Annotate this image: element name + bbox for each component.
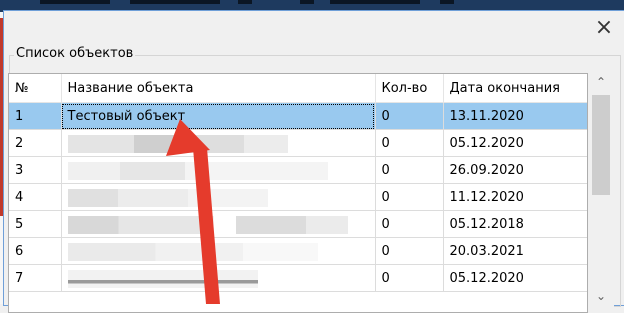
redacted-text: [67, 243, 318, 261]
scrollbar-thumb[interactable]: [592, 95, 610, 195]
row-quantity: 0: [375, 183, 444, 211]
table-row[interactable]: 6 0 20.03.2021: [9, 237, 587, 265]
groupbox-title: Список объектов: [14, 46, 136, 61]
background-strip: [440, 0, 454, 4]
row-quantity: 0: [375, 129, 444, 157]
background-strip: [40, 0, 110, 4]
chevron-up-icon: ⌃: [595, 75, 607, 89]
row-quantity: 0: [375, 264, 444, 292]
background-strip: [330, 0, 420, 4]
row-quantity: 0: [375, 156, 444, 184]
vertical-scrollbar[interactable]: ⌃ ⌄: [588, 73, 614, 311]
table-row[interactable]: 5 0 05.12.2018: [9, 210, 587, 238]
close-icon: ×: [594, 15, 614, 40]
row-number: 3: [9, 156, 62, 184]
row-number: 2: [9, 129, 62, 157]
redacted-text: [67, 162, 328, 180]
row-quantity: 0: [375, 237, 444, 265]
row-end-date: 13.11.2020: [443, 102, 587, 130]
row-name-redacted[interactable]: [61, 210, 376, 238]
row-end-date: 11.12.2020: [443, 183, 587, 211]
table-row[interactable]: 2 0 05.12.2020: [9, 129, 587, 157]
row-number: 6: [9, 237, 62, 265]
table-row[interactable]: 1 Тестовый объект 0 13.11.2020: [9, 102, 587, 130]
background-strip: [300, 0, 314, 4]
objects-dialog: × Список объектов № Название объекта Кол…: [3, 10, 624, 313]
background-strip: [130, 0, 220, 4]
table-row[interactable]: 3 0 26.09.2020: [9, 156, 587, 184]
background-strip: [238, 0, 252, 4]
row-quantity: 0: [375, 210, 444, 238]
chevron-down-icon: ⌄: [595, 289, 607, 303]
objects-table: № Название объекта Кол-во Дата окончания…: [8, 73, 588, 313]
redacted-text: [67, 270, 258, 288]
column-header-quantity[interactable]: Кол-во: [375, 74, 444, 103]
row-name-redacted[interactable]: [61, 156, 376, 184]
row-end-date: 05.12.2018: [443, 210, 587, 238]
table-row[interactable]: 7 0 05.12.2020: [9, 264, 587, 292]
row-number: 7: [9, 264, 62, 292]
row-name-redacted[interactable]: [61, 264, 376, 292]
table-header: № Название объекта Кол-во Дата окончания: [9, 74, 587, 103]
redacted-text: [67, 216, 348, 234]
row-number: 4: [9, 183, 62, 211]
redacted-text: [67, 189, 268, 207]
close-button[interactable]: ×: [592, 17, 616, 41]
row-number: 5: [9, 210, 62, 238]
table-row[interactable]: 4 0 11.12.2020: [9, 183, 587, 211]
scroll-up-button[interactable]: ⌃: [588, 75, 614, 95]
column-header-number[interactable]: №: [9, 74, 62, 103]
row-name-redacted[interactable]: [61, 129, 376, 157]
redacted-text: [67, 135, 288, 153]
row-end-date: 05.12.2020: [443, 264, 587, 292]
row-end-date: 20.03.2021: [443, 237, 587, 265]
column-header-name[interactable]: Название объекта: [61, 74, 376, 103]
row-name-redacted[interactable]: [61, 183, 376, 211]
row-name-redacted[interactable]: [61, 237, 376, 265]
row-number: 1: [9, 102, 62, 130]
column-header-end-date[interactable]: Дата окончания: [443, 74, 587, 103]
row-quantity: 0: [375, 102, 444, 130]
row-name[interactable]: Тестовый объект: [61, 102, 376, 130]
scroll-down-button[interactable]: ⌄: [588, 289, 614, 309]
row-end-date: 05.12.2020: [443, 129, 587, 157]
row-end-date: 26.09.2020: [443, 156, 587, 184]
